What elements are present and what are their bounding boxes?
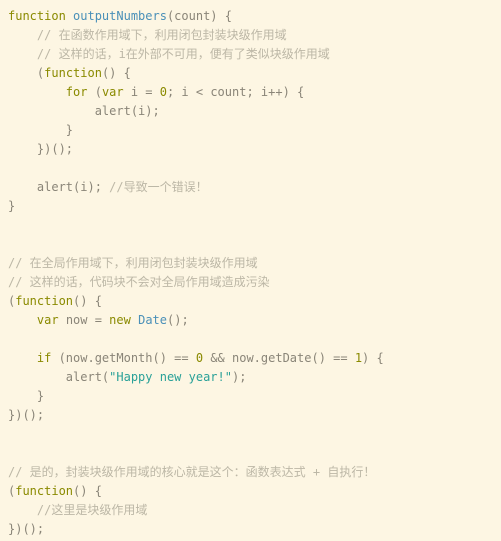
code-token-com: // 在函数作用域下，利用闭包封装块级作用域 (36, 28, 287, 42)
code-token-kw: function (44, 66, 102, 80)
code-token-pun: alert( (65, 370, 110, 384)
code-line: })(); (0, 520, 501, 539)
code-token-com: //导致一个错误！ (109, 180, 208, 194)
code-line: for (var i = 0; i < count; i++) { (0, 83, 501, 102)
code-token-com: // 是的，封装块级作用域的核心就是这个：函数表达式 + 自执行！ (8, 465, 376, 479)
code-line: // 在函数作用域下，利用闭包封装块级作用域 (0, 26, 501, 45)
code-line: alert("Happy new year!"); (0, 368, 501, 387)
code-token-com: //这里是块级作用域 (36, 503, 148, 517)
code-token-num: 0 (159, 85, 167, 99)
code-token-kw: for (65, 85, 88, 99)
code-line-list: function outputNumbers(count) { // 在函数作用… (0, 7, 501, 539)
code-token-pun: () { (73, 294, 102, 308)
code-token-com: // 这样的话，代码块不会对全局作用域造成污染 (8, 275, 270, 289)
code-line: alert(i); //导致一个错误！ (0, 178, 501, 197)
code-line: // 在全局作用域下，利用闭包封装块级作用域 (0, 254, 501, 273)
code-token-pun: alert(i); (36, 180, 110, 194)
code-token-pun: now = (58, 313, 110, 327)
code-line: (function() { (0, 482, 501, 501)
code-token-kw: new (109, 313, 131, 327)
code-token-pun: i = (123, 85, 160, 99)
code-token-com: // 这样的话，i在外部不可用，便有了类似块级作用域 (36, 47, 330, 61)
code-line: // 这样的话，代码块不会对全局作用域造成污染 (0, 273, 501, 292)
code-token-pun: ); (231, 370, 247, 384)
code-line: if (now.getMonth() == 0 && now.getDate()… (0, 349, 501, 368)
code-token-pun: (); (167, 313, 189, 327)
code-token-pun: })(); (8, 408, 45, 422)
code-line: function outputNumbers(count) { (0, 7, 501, 26)
code-token-pun: })(); (36, 142, 74, 156)
code-token-pun: ( (87, 85, 102, 99)
code-token-fn: outputNumbers (73, 9, 167, 23)
code-line: })(); (0, 140, 501, 159)
code-token-pun: } (8, 199, 16, 213)
code-token-kw: function (15, 484, 74, 498)
code-token-kw: function (8, 9, 66, 23)
code-line: })(); (0, 406, 501, 425)
code-line: alert(i); (0, 102, 501, 121)
code-token-type: Date (138, 313, 167, 327)
code-line: // 是的，封装块级作用域的核心就是这个：函数表达式 + 自执行！ (0, 463, 501, 482)
code-token-pun: () { (101, 66, 131, 80)
code-line: //这里是块级作用域 (0, 501, 501, 520)
code-line: var now = new Date(); (0, 311, 501, 330)
code-token-pun: } (36, 389, 45, 403)
code-token-kw: var (101, 85, 124, 99)
code-token-pun: () { (73, 484, 102, 498)
code-token-pun: ; i < count; i++) { (166, 85, 305, 99)
code-token-kw: function (15, 294, 74, 308)
code-viewer[interactable]: function outputNumbers(count) { // 在函数作用… (0, 0, 501, 541)
code-token-pun: } (65, 123, 74, 137)
code-token-str: "Happy new year!" (109, 370, 232, 384)
code-line: } (0, 387, 501, 406)
code-line: (function() { (0, 64, 501, 83)
code-token-pun: })(); (8, 522, 45, 536)
code-token-num: 0 (195, 351, 204, 365)
code-token-pun: ) { (362, 351, 384, 365)
code-token-pun: (now.getMonth() == (51, 351, 196, 365)
code-token-com: // 在全局作用域下，利用闭包封装块级作用域 (8, 256, 258, 270)
code-token-num: 1 (354, 351, 363, 365)
code-line: } (0, 121, 501, 140)
code-token-pun: (count) { (166, 9, 232, 23)
code-token-pun (66, 9, 73, 23)
code-token-pun: alert(i); (94, 104, 160, 118)
code-line: // 这样的话，i在外部不可用，便有了类似块级作用域 (0, 45, 501, 64)
code-line: } (0, 197, 501, 216)
code-line: (function() { (0, 292, 501, 311)
code-token-kw: var (36, 313, 59, 327)
code-token-pun: && now.getDate() == (203, 351, 355, 365)
code-token-kw: if (36, 351, 52, 365)
code-token-pun (131, 313, 138, 327)
